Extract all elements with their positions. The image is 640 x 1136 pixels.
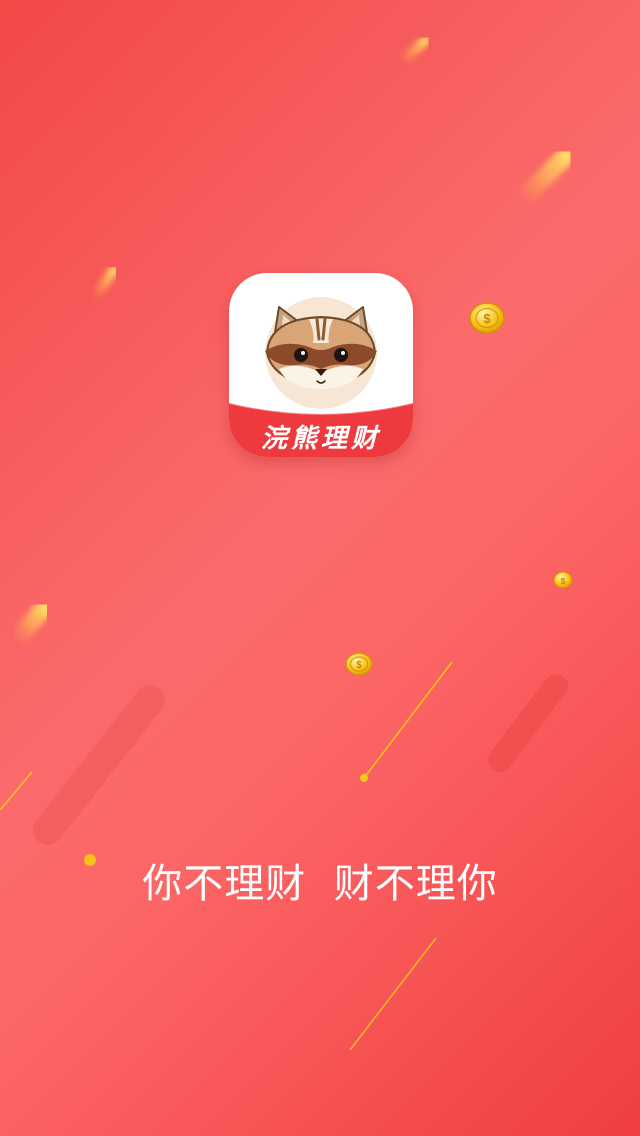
background-decoration: $ $ $ bbox=[0, 35, 575, 1051]
gold-coin-icon: $ bbox=[553, 571, 573, 589]
slogan-text: 你不理财 财不理你 bbox=[142, 861, 498, 907]
svg-text:$: $ bbox=[561, 577, 566, 586]
soft-bar bbox=[33, 685, 165, 845]
coin-streak bbox=[397, 35, 431, 67]
gold-line bbox=[363, 661, 453, 779]
coin-streak bbox=[89, 265, 119, 303]
gold-coin-icon: $ bbox=[345, 652, 373, 676]
gold-line bbox=[0, 771, 33, 811]
coin-streak bbox=[7, 599, 53, 649]
coin-streak bbox=[513, 147, 575, 209]
app-name-label: 浣熊理财 bbox=[260, 424, 381, 454]
app-logo: 浣熊理财 bbox=[229, 273, 413, 457]
svg-text:$: $ bbox=[483, 311, 491, 326]
gold-coin-icon: $ bbox=[469, 302, 505, 334]
soft-bar bbox=[488, 674, 568, 772]
svg-text:$: $ bbox=[356, 660, 362, 671]
gold-dot bbox=[360, 774, 368, 782]
gold-line bbox=[349, 937, 437, 1051]
splash-screen: $ $ $ 浣熊理财 你不理财 财不理你 bbox=[0, 0, 640, 1136]
